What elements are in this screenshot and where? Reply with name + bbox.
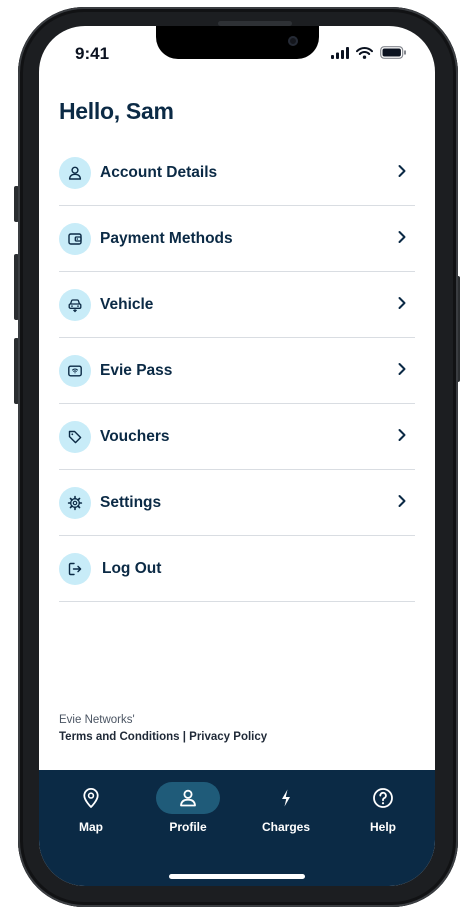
- menu-item-label: Payment Methods: [100, 229, 233, 247]
- signal-icon: [331, 46, 349, 59]
- menu-item-label: Vehicle: [100, 295, 154, 313]
- tab-label: Charges: [261, 820, 311, 834]
- tab-charges[interactable]: Charges: [250, 782, 322, 842]
- menu-item-label: Log Out: [102, 559, 162, 577]
- chevron-right-icon: [398, 165, 406, 177]
- help-icon: [373, 788, 393, 808]
- user-icon: [180, 789, 196, 807]
- map-pin-icon: [83, 788, 99, 808]
- tab-pill: [156, 782, 220, 814]
- menu-item-log-out[interactable]: Log Out: [59, 536, 415, 602]
- menu-item-label: Settings: [100, 493, 162, 511]
- tab-label: Help: [369, 820, 396, 834]
- wallet-icon: [59, 222, 91, 255]
- chevron-right-icon: [398, 495, 406, 507]
- tab-pill: [59, 782, 123, 814]
- status-icons: [331, 46, 407, 59]
- tab-pill: [254, 782, 318, 814]
- menu-item-vehicle[interactable]: Vehicle: [59, 272, 415, 338]
- tab-label: Profile: [169, 820, 207, 834]
- menu-item-account-details[interactable]: Account Details: [59, 140, 415, 206]
- company-name: Evie Networks': [59, 714, 135, 726]
- lightning-icon: [282, 789, 290, 807]
- menu-item-label: Account Details: [100, 163, 218, 181]
- camera: [288, 36, 298, 46]
- chevron-right-icon: [398, 231, 406, 243]
- menu-item-settings[interactable]: Settings: [59, 470, 415, 536]
- menu-item-label: Vouchers: [100, 427, 170, 445]
- terms-link[interactable]: Terms and Conditions: [59, 731, 180, 743]
- notch: [156, 26, 319, 59]
- chevron-right-icon: [398, 297, 406, 309]
- menu-item-payment-methods[interactable]: Payment Methods: [59, 206, 415, 272]
- status-time: 9:41: [75, 44, 110, 63]
- card-icon: [59, 354, 91, 387]
- chevron-right-icon: [398, 363, 406, 375]
- menu-item-label: Evie Pass: [100, 361, 173, 379]
- wifi-icon: [356, 46, 373, 59]
- legal-footer: Evie Networks' Terms and Conditions | Pr…: [59, 714, 267, 743]
- tab-profile[interactable]: Profile: [152, 782, 224, 842]
- tag-icon: [59, 420, 91, 453]
- bottom-tab-bar: Map Profile Charges Help: [39, 770, 435, 886]
- tab-pill: [351, 782, 415, 814]
- page-title: Hello, Sam: [59, 98, 174, 124]
- menu-item-vouchers[interactable]: Vouchers: [59, 404, 415, 470]
- menu-item-evie-pass[interactable]: Evie Pass: [59, 338, 415, 404]
- tab-label: Map: [79, 820, 103, 834]
- app-screen: 9:41 Hello, Sam Account Details Payment …: [39, 26, 435, 886]
- logout-icon: [59, 552, 91, 585]
- gear-icon: [59, 486, 91, 519]
- chevron-right-icon: [398, 429, 406, 441]
- battery-icon: [380, 46, 406, 59]
- profile-menu: Account Details Payment Methods Vehicle …: [59, 140, 415, 602]
- tab-help[interactable]: Help: [347, 782, 419, 842]
- link-separator: |: [179, 731, 190, 743]
- tab-map[interactable]: Map: [55, 782, 127, 842]
- privacy-link[interactable]: Privacy Policy: [189, 731, 267, 743]
- user-icon: [59, 156, 91, 189]
- car-icon: [59, 288, 91, 321]
- legal-links: Terms and Conditions | Privacy Policy: [59, 731, 267, 743]
- home-indicator[interactable]: [169, 874, 305, 879]
